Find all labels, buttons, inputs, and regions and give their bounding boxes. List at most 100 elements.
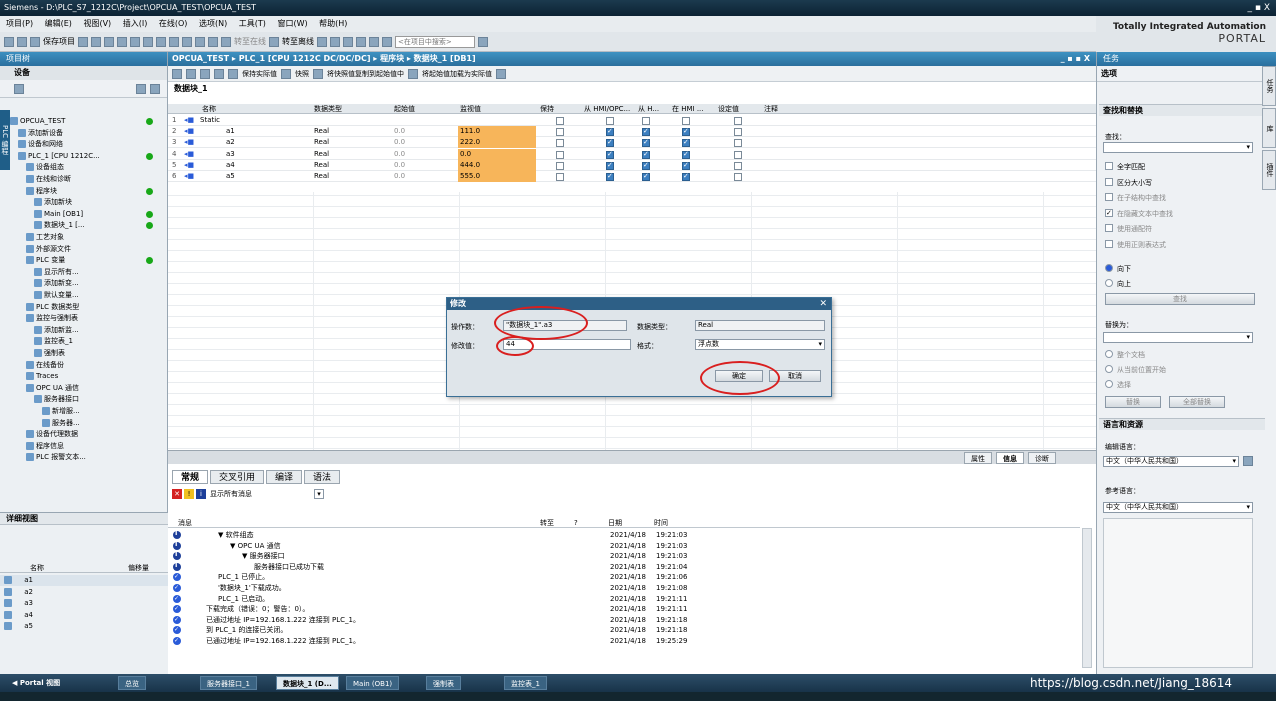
attribute-checkbox[interactable] (682, 171, 690, 182)
tree-item[interactable]: PLC 数据类型 (26, 302, 79, 313)
tree-item[interactable]: 在线备份 (26, 360, 64, 371)
error-filter-icon[interactable]: ✕ (172, 489, 182, 499)
tree-item[interactable]: 新增服... (42, 406, 80, 417)
side-tab-tasks[interactable]: 任务 (1262, 66, 1276, 106)
message-row[interactable]: ▼ OPC UA 通信 2021/4/18 19:21:03 (170, 540, 1075, 551)
menu-insert[interactable]: 插入(I) (123, 19, 148, 28)
attribute-checkbox[interactable] (682, 117, 690, 125)
detail-item[interactable]: a5 (0, 621, 168, 632)
attribute-checkbox[interactable] (606, 117, 614, 125)
side-tab-addins[interactable]: 插件 (1262, 150, 1276, 190)
attribute-checkbox[interactable] (734, 117, 742, 125)
col-goto[interactable]: 转至 (540, 518, 554, 528)
portal-view-button[interactable]: ◀ Portal 视图 (6, 676, 66, 690)
tree-item[interactable]: 设备代理数据 (26, 429, 78, 440)
detail-view-header[interactable]: 详细视图 (0, 513, 168, 525)
col-date[interactable]: 日期 (608, 518, 622, 528)
variable-name[interactable]: a3 (226, 149, 316, 160)
menu-online[interactable]: 在线(O) (159, 19, 188, 28)
variable-datatype[interactable]: Real (314, 171, 384, 182)
chevron-down-icon[interactable]: ▾ (1246, 143, 1250, 152)
tree-item[interactable]: 监控与强制表 (26, 313, 78, 324)
warning-filter-icon[interactable]: ! (184, 489, 194, 499)
replace-button[interactable]: 替换 (1105, 396, 1161, 408)
variable-datatype[interactable] (314, 115, 384, 126)
search-icon[interactable] (478, 36, 488, 47)
tree-item[interactable]: 强制表 (34, 348, 65, 359)
keep-actual-icon[interactable] (228, 68, 238, 79)
find-replace-section[interactable]: 查找和替换 (1099, 104, 1265, 116)
subtab-general[interactable]: 常规 (172, 470, 209, 484)
undo-icon[interactable] (143, 36, 153, 47)
tree-table-icon[interactable] (14, 84, 24, 94)
variable-datatype[interactable]: Real (314, 137, 384, 148)
monitor-all-icon[interactable] (496, 68, 506, 79)
load-start-icon[interactable] (408, 68, 418, 79)
attribute-checkbox[interactable] (556, 128, 564, 137)
table-row[interactable]: 4 ◂■ a3 Real 0.0 0.0 (168, 148, 1096, 160)
filter-dropdown-icon[interactable]: ▾ (314, 489, 324, 499)
window-controls[interactable]: _ ▪ X (1248, 0, 1271, 16)
variable-start-value[interactable] (394, 115, 454, 126)
cross-reference-icon[interactable] (356, 36, 366, 47)
table-row[interactable]: 3 ◂■ a2 Real 0.0 222.0 (168, 137, 1096, 149)
save-project-icon[interactable] (30, 36, 40, 47)
upload-icon[interactable] (195, 36, 205, 47)
col-message[interactable]: 消息 (178, 518, 192, 528)
devices-tab[interactable]: 设备 (0, 66, 167, 80)
message-row[interactable]: 服务器接口已成功下载 2021/4/18 19:21:04 (170, 561, 1075, 572)
message-row[interactable]: PLC_1 已停止。 2021/4/18 19:21:06 (170, 572, 1075, 582)
find-option-checkbox[interactable] (1105, 224, 1113, 232)
attribute-checkbox[interactable] (682, 126, 690, 137)
subtab-syntax[interactable]: 语法 (304, 470, 341, 484)
variable-monitor-value[interactable]: 0.0 (458, 148, 536, 160)
tree-view-icon[interactable] (136, 84, 146, 94)
replace-all-button[interactable]: 全部替换 (1169, 396, 1225, 408)
tree-item[interactable]: OPC UA 通信 (26, 383, 79, 394)
go-offline-icon[interactable] (269, 36, 279, 47)
task-main-ob1[interactable]: Main (OB1) (346, 676, 400, 690)
direction-up-radio[interactable] (1105, 279, 1113, 287)
insert-row-icon[interactable] (172, 68, 182, 79)
menu-help[interactable]: 帮助(H) (319, 19, 347, 28)
col-setpoint[interactable]: 设定值 (718, 104, 739, 114)
find-option-checkbox[interactable] (1105, 239, 1113, 248)
add-row-icon[interactable] (186, 68, 196, 79)
open-project-icon[interactable] (17, 36, 27, 47)
find-option-checkbox[interactable]: ✓ (1105, 208, 1113, 217)
tree-item[interactable]: PLC 报警文本... (26, 452, 86, 463)
editor-window-controls[interactable]: _ ▪ ▪ X (1061, 52, 1090, 66)
tree-item[interactable]: 数据块_1 [... (34, 220, 85, 231)
tree-item[interactable]: 设备组态 (26, 162, 64, 173)
detail-item[interactable]: a4 (0, 610, 168, 621)
task-server-interface[interactable]: 服务器接口_1 (200, 676, 257, 690)
download-icon[interactable] (182, 36, 192, 47)
menu-tools[interactable]: 工具(T) (239, 19, 266, 28)
tree-item[interactable]: 外部源文件 (26, 244, 71, 255)
variable-name[interactable]: a4 (226, 160, 316, 171)
message-row[interactable]: 已通过地址 IP=192.168.1.222 连接到 PLC_1。 2021/4/… (170, 615, 1075, 625)
find-option-checkbox[interactable] (1105, 193, 1113, 201)
attribute-checkbox[interactable] (556, 139, 564, 148)
tree-item[interactable]: 添加新变... (34, 278, 79, 289)
subtab-compile[interactable]: 编译 (266, 470, 303, 484)
variable-name[interactable]: Static (200, 115, 290, 126)
tree-item[interactable]: 监控表_1 (34, 336, 73, 347)
attribute-checkbox[interactable] (556, 150, 564, 159)
message-row[interactable]: ▼ 服务器接口 2021/4/18 19:21:03 (170, 550, 1075, 561)
tree-item[interactable]: 添加新监... (34, 325, 79, 336)
attribute-checkbox[interactable] (606, 126, 614, 137)
tab-properties[interactable]: 属性 (964, 452, 992, 464)
tree-item[interactable]: 程序信息 (26, 441, 64, 452)
detail-item[interactable]: a1 (0, 575, 168, 586)
reference-language-select[interactable]: 中文（中华人民共和国） ▾ (1103, 502, 1253, 513)
col-datatype[interactable]: 数据类型 (314, 104, 342, 114)
attribute-checkbox[interactable] (606, 137, 614, 148)
go-online-icon[interactable] (221, 36, 231, 47)
find-button[interactable]: 查找 (1105, 293, 1255, 305)
attribute-checkbox[interactable] (642, 171, 650, 182)
attribute-checkbox[interactable] (734, 128, 742, 137)
tree-item[interactable]: 在线和诊断 (26, 174, 71, 185)
tab-info[interactable]: 信息 (996, 452, 1024, 464)
col-monitor-value[interactable]: 监视值 (460, 104, 481, 114)
